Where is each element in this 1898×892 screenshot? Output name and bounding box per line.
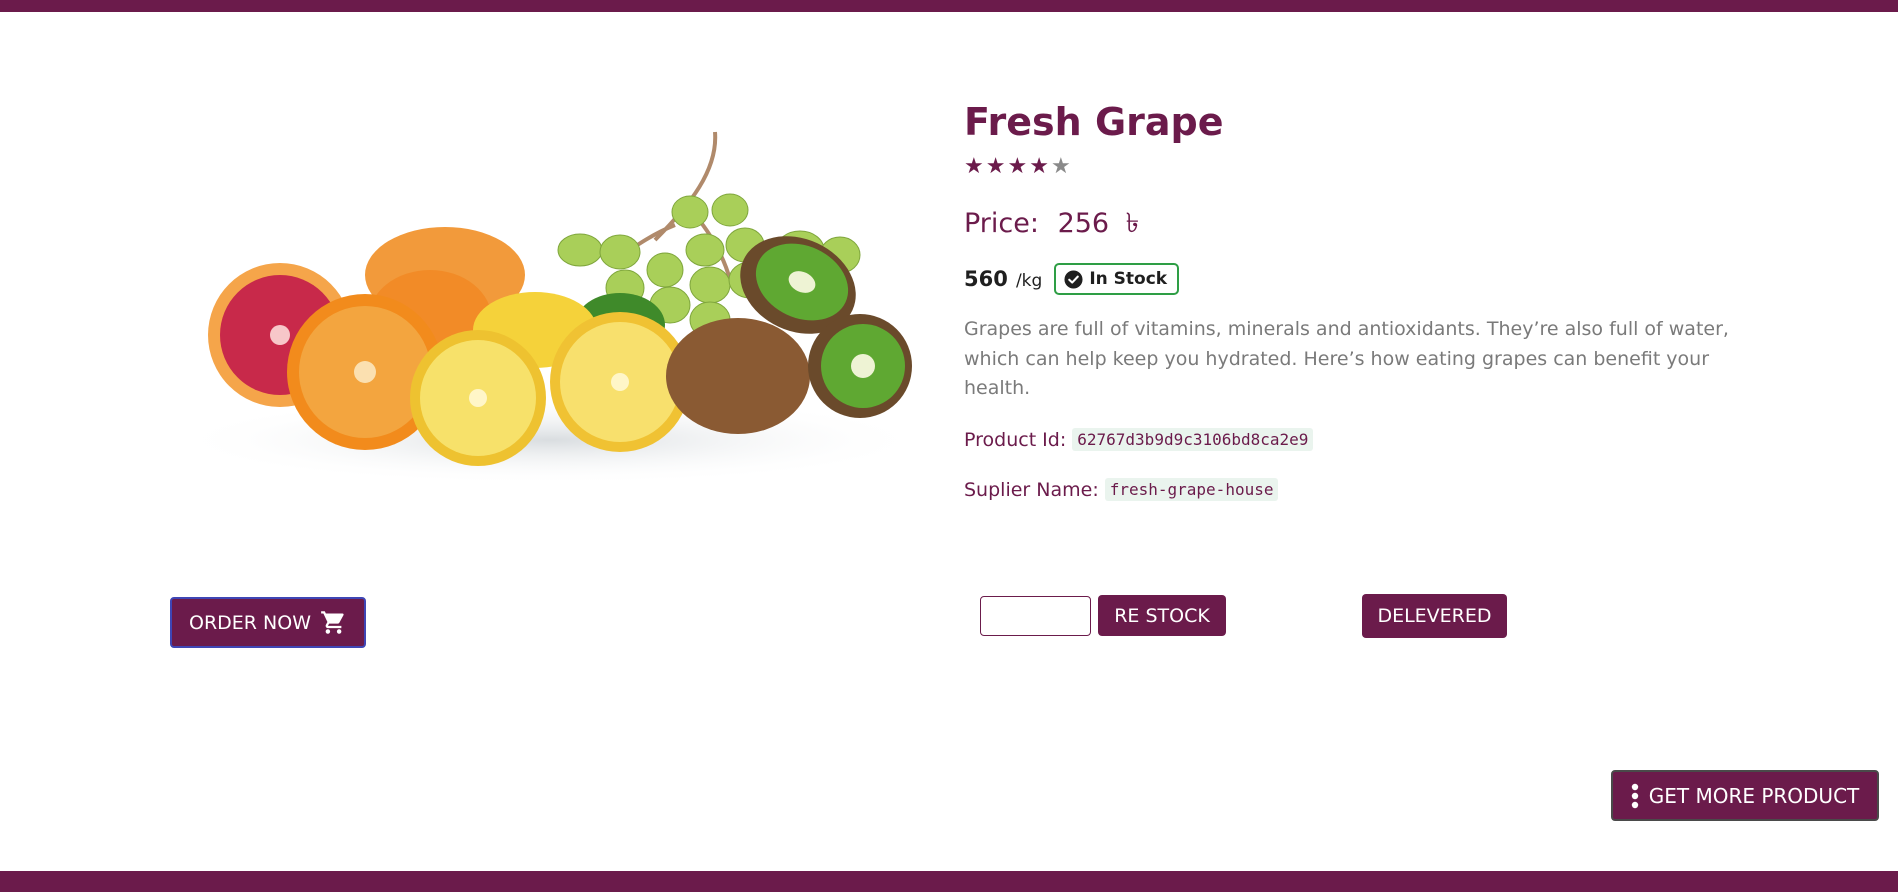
product-id-label: Product Id: <box>964 428 1067 451</box>
product-image <box>170 110 930 480</box>
order-now-button[interactable]: ORDER NOW <box>170 597 366 648</box>
star-filled-icon: ★ <box>1007 154 1028 179</box>
star-filled-icon: ★ <box>985 154 1006 179</box>
price-value: 256 <box>1057 208 1110 239</box>
product-description: Grapes are full of vitamins, minerals an… <box>964 318 1729 399</box>
top-bar <box>0 0 1898 12</box>
star-filled-icon: ★ <box>964 154 984 179</box>
get-more-product-label: GET MORE PRODUCT <box>1648 783 1860 808</box>
check-circle-icon <box>1064 269 1083 289</box>
restock-button[interactable]: RE STOCK <box>1098 595 1226 636</box>
star-filled-icon: ★ <box>1029 154 1049 179</box>
delivered-button[interactable]: DELEVERED <box>1362 594 1507 638</box>
product-title: Fresh Grape <box>964 100 1224 144</box>
order-now-label: ORDER NOW <box>189 611 311 634</box>
quantity: 560 /kg <box>964 267 1042 291</box>
rating-stars: ★ ★ ★ ★ ★ <box>964 156 1071 178</box>
stock-row: 560 /kg In Stock <box>964 263 1180 295</box>
product-id-value: 62767d3b9d9c3106bd8ca2e9 <box>1072 428 1314 451</box>
stock-status-label: In Stock <box>1089 269 1168 289</box>
currency-symbol: ৳ <box>1125 208 1140 239</box>
quantity-value: 560 <box>964 267 1008 291</box>
cart-icon <box>321 611 344 634</box>
product-id-row: Product Id: 62767d3b9d9c3106bd8ca2e9 <box>964 428 1314 451</box>
restock-quantity-input[interactable] <box>980 596 1091 636</box>
price-label: Price: <box>964 208 1039 239</box>
bottom-bar <box>0 871 1898 892</box>
supplier-row: Suplier Name: fresh-grape-house <box>964 478 1279 501</box>
stock-status-badge: In Stock <box>1054 263 1180 295</box>
supplier-label: Suplier Name: <box>964 478 1099 501</box>
unit-label: /kg <box>1015 271 1043 291</box>
kebab-icon <box>1631 783 1638 808</box>
star-empty-icon: ★ <box>1050 154 1071 179</box>
get-more-product-button[interactable]: GET MORE PRODUCT <box>1611 770 1879 821</box>
supplier-value: fresh-grape-house <box>1104 478 1279 501</box>
price: Price: 256 ৳ <box>964 203 1139 248</box>
